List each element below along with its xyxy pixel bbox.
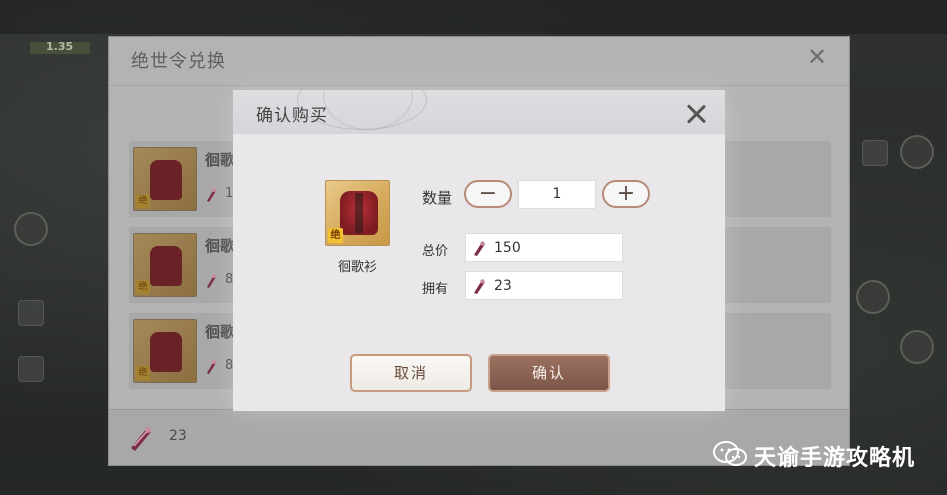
hud-level-text: 1.35: [46, 40, 74, 53]
boots-item-icon: 绝: [133, 319, 197, 383]
total-price-field: 150: [465, 233, 623, 262]
close-icon[interactable]: ✕: [805, 45, 829, 69]
close-icon[interactable]: [683, 101, 709, 127]
confirm-purchase-dialog: 确认购买 绝 徊歌衫 数量 − 1 + 总价 150 拥有 23 取消 确认: [233, 90, 725, 411]
grade-tag: 绝: [328, 228, 343, 243]
grade-tag: 绝: [136, 366, 150, 380]
quantity-minus-button[interactable]: −: [464, 180, 512, 208]
jueshi-token-icon: [474, 241, 485, 256]
top-hud-bar: [0, 0, 947, 34]
dialog-title: 确认购买: [256, 106, 328, 126]
robe-item-icon: 绝: [325, 180, 390, 246]
pants-item-icon: 绝: [133, 233, 197, 297]
jueshi-token-icon: [207, 188, 216, 202]
wechat-icon: [713, 441, 747, 466]
cancel-button[interactable]: 取消: [350, 354, 472, 392]
hud-menu-icon: [900, 135, 934, 169]
jueshi-token-icon: [474, 279, 485, 294]
item-name: 徊歌: [205, 237, 235, 255]
exchange-panel-title: 绝世令兑换: [131, 51, 226, 72]
total-price-value: 150: [494, 240, 521, 256]
owned-label: 拥有: [422, 282, 449, 297]
quantity-plus-button[interactable]: +: [602, 180, 650, 208]
hud-action-icon: [900, 330, 934, 364]
item-name: 徊歌衫: [337, 260, 377, 275]
confirm-button[interactable]: 确认: [488, 354, 610, 392]
item-name: 徊歌: [205, 151, 235, 169]
quantity-label: 数量: [422, 189, 453, 207]
hud-bag-icon: [862, 140, 888, 166]
minus-icon: −: [478, 181, 498, 206]
grade-tag: 绝: [136, 194, 150, 208]
owned-value: 23: [494, 278, 512, 294]
hud-chat-icon: [18, 356, 44, 382]
hud-skill-icon: [14, 212, 48, 246]
currency-balance: 23: [169, 428, 187, 444]
grade-tag: 绝: [136, 280, 150, 294]
watermark-text: 天谕手游攻略机: [754, 446, 916, 471]
item-name: 徊歌: [205, 323, 235, 341]
helmet-item-icon: 绝: [133, 147, 197, 211]
dialog-header: 确认购买: [233, 90, 725, 134]
divider: [109, 85, 849, 86]
owned-field: 23: [465, 271, 623, 300]
quantity-input[interactable]: 1: [518, 180, 596, 209]
plus-icon: +: [616, 181, 636, 206]
jueshi-token-icon: [207, 360, 216, 374]
hud-attack-icon: [856, 280, 890, 314]
jueshi-token-icon: [207, 274, 216, 288]
hud-party-icon: [18, 300, 44, 326]
jueshi-token-icon: [131, 427, 151, 451]
total-price-label: 总价: [422, 244, 449, 259]
